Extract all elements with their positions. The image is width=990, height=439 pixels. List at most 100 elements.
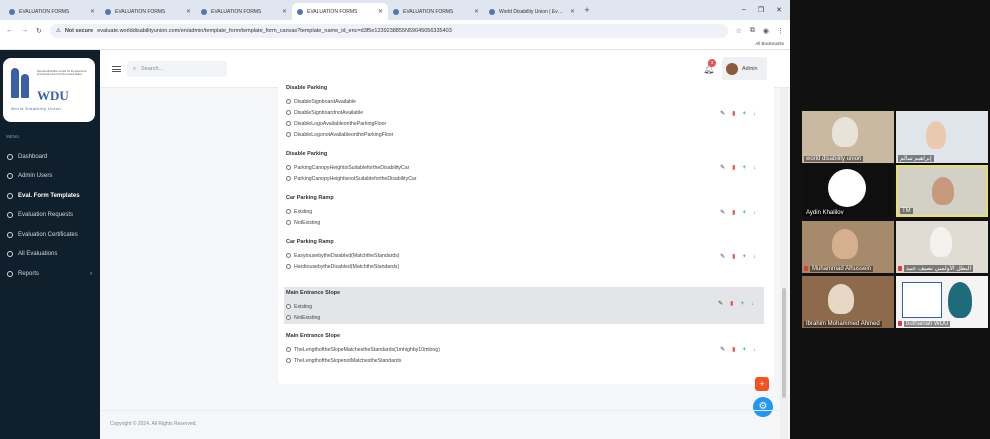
browser-tab-active[interactable]: EVALUATION FORMS ✕ (292, 3, 388, 20)
menu-dots-icon[interactable]: ⋮ (777, 27, 784, 35)
close-icon[interactable]: ✕ (186, 8, 191, 15)
radio-button[interactable] (286, 358, 291, 363)
radio-option[interactable]: ParkingCanopyHeightisSuitablefortheDisab… (286, 162, 766, 173)
trash-icon[interactable]: ▮ (732, 346, 735, 353)
radio-option[interactable]: DisableSignboardnotAvailable (286, 107, 766, 118)
radio-button[interactable] (286, 253, 291, 258)
add-icon[interactable]: + (742, 210, 746, 216)
hamburger-menu-icon[interactable] (112, 66, 121, 72)
arrow-down-icon[interactable]: ↓ (753, 254, 756, 260)
close-icon[interactable]: ✕ (282, 8, 287, 15)
sidebar-item-all-evaluations[interactable]: All Evaluations (0, 245, 100, 265)
radio-button[interactable] (286, 132, 291, 137)
page-scrollbar[interactable] (780, 88, 788, 439)
back-icon[interactable]: ← (6, 27, 13, 34)
sidebar-item-evaluation-certificates[interactable]: Evaluation Certificates (0, 225, 100, 245)
video-tile[interactable]: إبراهيم سالم (896, 111, 988, 163)
radio-button[interactable] (286, 264, 291, 269)
radio-button[interactable] (286, 347, 291, 352)
add-icon[interactable]: + (742, 347, 746, 353)
sidebar-item-admin-users[interactable]: Admin Users (0, 167, 100, 187)
edit-icon[interactable]: ✎ (718, 300, 723, 307)
extensions-icon[interactable]: ⧉ (750, 27, 755, 35)
edit-icon[interactable]: ✎ (720, 110, 725, 117)
radio-option[interactable]: NotExisting (286, 217, 766, 228)
radio-option[interactable]: Existing (286, 301, 764, 312)
radio-button[interactable] (286, 315, 291, 320)
radio-button[interactable] (286, 220, 291, 225)
video-tile[interactable]: البطل الأولمبي نصيف عبيد (896, 221, 988, 273)
close-window-icon[interactable]: ✕ (776, 6, 782, 14)
maximize-icon[interactable]: ❐ (758, 6, 764, 14)
profile-icon[interactable]: ◉ (763, 27, 769, 35)
radio-option[interactable]: TheLengthoftheSlopenotMatchestheStandard… (286, 355, 766, 366)
sidebar-item-evaluation-requests[interactable]: Evaluation Requests (0, 206, 100, 226)
sidebar-item-eval-form-templates[interactable]: Eval. Form Templates (0, 186, 100, 206)
radio-option[interactable]: DisableLogoAvailableontheParkingFloor (286, 118, 766, 129)
trash-icon[interactable]: ▮ (732, 110, 735, 117)
browser-tab[interactable]: EVALUATION FORMS ✕ (100, 3, 196, 20)
trash-icon[interactable]: ▮ (732, 209, 735, 216)
add-icon[interactable]: + (742, 165, 746, 171)
user-menu[interactable]: Admin (722, 57, 767, 81)
browser-tab[interactable]: World Disability Union | Evalu... ✕ (484, 3, 580, 20)
trash-icon[interactable]: ▮ (732, 164, 735, 171)
forward-icon[interactable]: → (21, 27, 28, 34)
reload-icon[interactable]: ↻ (36, 27, 42, 35)
radio-button[interactable] (286, 110, 291, 115)
radio-button[interactable] (286, 121, 291, 126)
radio-option[interactable]: EasytousebytheDisabled(MatchtheStandards… (286, 250, 766, 261)
radio-button[interactable] (286, 209, 291, 214)
sidebar-item-dashboard[interactable]: Dashboard (0, 147, 100, 167)
radio-button[interactable] (286, 99, 291, 104)
video-tile-active-speaker[interactable]: TM (896, 165, 988, 217)
browser-tab[interactable]: EVALUATION FORMS ✕ (4, 3, 100, 20)
url-field[interactable]: ⚠ Not secure evaluate.worlddisabilityuni… (49, 23, 728, 38)
radio-button[interactable] (286, 176, 291, 181)
new-tab-button[interactable]: + (580, 5, 594, 15)
video-tile[interactable]: buthainah WDU (896, 276, 988, 328)
video-tile[interactable]: world disability union (802, 111, 894, 163)
radio-option[interactable]: TheLengthoftheSlopeMatchestheStandards(1… (286, 344, 766, 355)
radio-option[interactable]: Existing (286, 206, 766, 217)
add-icon[interactable]: + (742, 111, 746, 117)
close-icon[interactable]: ✕ (378, 8, 383, 15)
browser-tab[interactable]: EVALUATION FORMS ✕ (388, 3, 484, 20)
trash-icon[interactable]: ▮ (732, 253, 735, 260)
wdu-logo[interactable]: Special Arbitration Center for the Econo… (3, 58, 95, 122)
arrow-down-icon[interactable]: ↓ (751, 301, 754, 307)
video-tile[interactable]: Ibrahim Mohammed Ahmed (802, 276, 894, 328)
radio-option[interactable]: NotExisting (286, 312, 764, 323)
arrow-down-icon[interactable]: ↓ (753, 165, 756, 171)
add-question-button[interactable]: + (755, 377, 769, 391)
all-bookmarks-link[interactable]: All Bookmarks (755, 41, 784, 46)
radio-option[interactable]: ParkingCanopyHeightisnotSuitablefortheDi… (286, 173, 766, 184)
star-icon[interactable]: ☆ (736, 27, 742, 35)
close-icon[interactable]: ✕ (474, 8, 479, 15)
browser-tab[interactable]: EVALUATION FORMS ✕ (196, 3, 292, 20)
radio-option[interactable]: DisableLogonotAvailableontheParkingFloor (286, 129, 766, 140)
tab-title: World Disability Union | Evalu... (499, 8, 563, 15)
edit-icon[interactable]: ✎ (720, 209, 725, 216)
video-tile[interactable]: Aydin Khalilov (802, 165, 894, 217)
close-icon[interactable]: ✕ (90, 8, 95, 15)
minimize-icon[interactable]: – (742, 6, 746, 14)
arrow-down-icon[interactable]: ↓ (753, 111, 756, 117)
add-icon[interactable]: + (740, 301, 744, 307)
radio-option[interactable]: HardtousebytheDisabled(MatchtheStandards… (286, 261, 766, 272)
edit-icon[interactable]: ✎ (720, 164, 725, 171)
scrollbar-thumb[interactable] (782, 288, 786, 398)
sidebar-item-reports[interactable]: Reports › (0, 264, 100, 284)
radio-option[interactable]: DisableSignboardAvailable (286, 96, 766, 107)
arrow-down-icon[interactable]: ↓ (753, 210, 756, 216)
trash-icon[interactable]: ▮ (730, 300, 733, 307)
close-icon[interactable]: ✕ (570, 8, 575, 15)
edit-icon[interactable]: ✎ (720, 346, 725, 353)
edit-icon[interactable]: ✎ (720, 253, 725, 260)
arrow-down-icon[interactable]: ↓ (753, 347, 756, 353)
radio-button[interactable] (286, 304, 291, 309)
video-tile[interactable]: Muhammad Alhussein (802, 221, 894, 273)
search-input[interactable]: ⌕ Search... (127, 61, 227, 77)
radio-button[interactable] (286, 165, 291, 170)
add-icon[interactable]: + (742, 254, 746, 260)
